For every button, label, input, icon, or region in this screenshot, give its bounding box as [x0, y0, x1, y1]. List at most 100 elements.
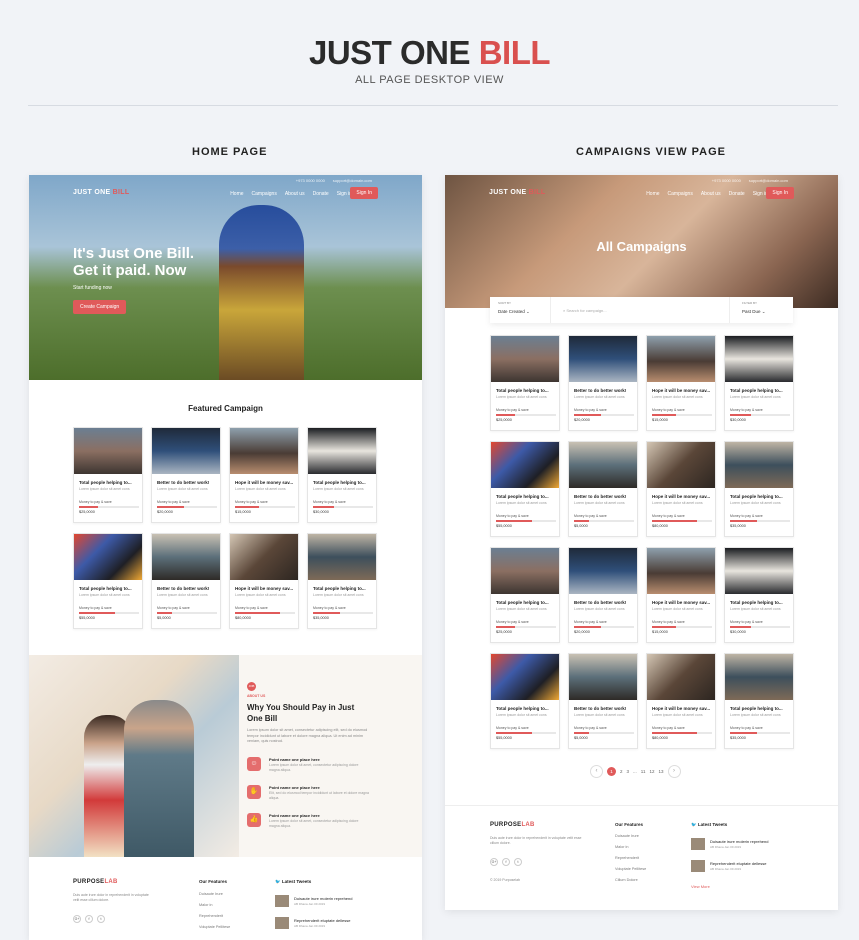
card-title: Total people helping to...	[496, 706, 549, 711]
card-value: $25,0000	[79, 509, 95, 514]
campaign-card[interactable]: Better to do better work! Lorem ipsum dol…	[568, 441, 638, 537]
campaign-card[interactable]: Total people helping to... Lorem ipsum do…	[307, 533, 377, 629]
card-image	[74, 428, 142, 474]
campaign-card[interactable]: Hope it will be money sav... Lorem ipsum …	[229, 533, 299, 629]
google-plus-icon[interactable]: G+	[73, 915, 81, 923]
campaign-card[interactable]: Better to do better work! Lorem ipsum dol…	[151, 427, 221, 523]
chevron-down-icon: ⌄	[761, 309, 766, 314]
card-progress-fill	[157, 506, 184, 508]
view-more-link[interactable]: View More	[691, 884, 710, 889]
campaign-card[interactable]: Better to do better work! Lorem ipsum dol…	[568, 653, 638, 749]
feature-link[interactable]: Cillum Dolore	[615, 875, 646, 886]
card-money-label: Money to pay & save	[79, 500, 112, 504]
page-number[interactable]: 12	[649, 769, 654, 774]
about-kicker: ABOUT US	[247, 694, 266, 698]
site-logo[interactable]: JUST ONE BILL	[489, 189, 545, 196]
tweet-item[interactable]: Reprehenderit eluptate dellesse AB Dhana …	[691, 860, 791, 876]
footer-logo[interactable]: PURPOSELAB	[73, 879, 118, 885]
featured-title: Featured Campaign	[188, 404, 263, 413]
search-input[interactable]: ⌕ Search for campaign...	[550, 297, 730, 323]
nav-link-about[interactable]: About us	[285, 191, 305, 197]
card-progress-fill	[496, 520, 532, 522]
feature-link[interactable]: Duisaute Irure	[615, 831, 646, 842]
card-desc: Lorem ipsum dolor sit amet cons	[496, 501, 547, 505]
page-number[interactable]: 13	[658, 769, 663, 774]
card-money-label: Money to pay & save	[652, 726, 685, 730]
sign-in-button[interactable]: Sign In	[766, 187, 794, 199]
campaign-card[interactable]: Better to do better work! Lorem ipsum dol…	[568, 335, 638, 431]
feature-link[interactable]: Malor in	[199, 900, 230, 911]
footer-about: Duis aute irure dolor in reprehenderit i…	[73, 893, 149, 902]
campaign-card[interactable]: Total people helping to... Lorem ipsum do…	[724, 441, 794, 537]
google-plus-icon[interactable]: G+	[490, 858, 498, 866]
card-title: Hope it will be money sav...	[652, 706, 711, 711]
filter-select[interactable]: Past Due ⌄	[742, 309, 766, 315]
nav-link-home[interactable]: Home	[646, 191, 659, 197]
campaign-card[interactable]: Hope it will be money sav... Lorem ipsum …	[646, 441, 716, 537]
campaign-card[interactable]: Better to do better work! Lorem ipsum dol…	[568, 547, 638, 643]
campaign-card[interactable]: Total people helping to... Lorem ipsum do…	[490, 653, 560, 749]
card-image	[308, 534, 376, 580]
hand-icon: ✋	[247, 785, 261, 799]
tweet-item[interactable]: Duisaute irure molerin reprehend AB Dhana…	[275, 895, 375, 911]
campaign-card[interactable]: Total people helping to... Lorem ipsum do…	[724, 335, 794, 431]
nav-link-home[interactable]: Home	[230, 191, 243, 197]
tweet-item[interactable]: Duisaute irure molerin reprehend AB Dhana…	[691, 838, 791, 854]
card-desc: Lorem ipsum dolor sit amet cons	[496, 395, 547, 399]
smile-icon: ☺	[247, 757, 261, 771]
card-desc: Lorem ipsum dolor sit amet cons	[574, 713, 625, 717]
twitter-icon[interactable]: t	[97, 915, 105, 923]
card-progress	[496, 626, 556, 628]
campaign-card[interactable]: Total people helping to... Lorem ipsum do…	[307, 427, 377, 523]
page-number[interactable]: 11	[641, 769, 646, 774]
campaign-card[interactable]: Hope it will be money sav... Lorem ipsum …	[646, 547, 716, 643]
card-money-label: Money to pay & save	[574, 726, 607, 730]
prev-page-icon[interactable]: ‹	[590, 765, 603, 778]
page-number[interactable]: 3	[627, 769, 630, 774]
facebook-icon[interactable]: f	[85, 915, 93, 923]
campaign-card[interactable]: Total people helping to... Lorem ipsum do…	[73, 533, 143, 629]
card-money-label: Money to pay & save	[730, 620, 763, 624]
card-progress	[235, 612, 295, 614]
campaign-card[interactable]: Total people helping to... Lorem ipsum do…	[490, 441, 560, 537]
create-campaign-button[interactable]: Create Campaign	[73, 300, 127, 314]
sign-in-button[interactable]: Sign In	[350, 187, 378, 199]
twitter-icon[interactable]: t	[514, 858, 522, 866]
feature-link[interactable]: Duisaute Irure	[199, 889, 230, 900]
campaign-card[interactable]: Total people helping to... Lorem ipsum do…	[490, 335, 560, 431]
card-desc: Lorem ipsum dolor sit amet cons	[313, 593, 364, 597]
feature-link[interactable]: Malor in	[615, 842, 646, 853]
campaign-card[interactable]: Better to do better work! Lorem ipsum dol…	[151, 533, 221, 629]
tweet-thumb	[275, 895, 289, 907]
feature-link[interactable]: Reprehenderit	[615, 853, 646, 864]
campaign-card[interactable]: Total people helping to... Lorem ipsum do…	[724, 547, 794, 643]
card-progress-fill	[313, 612, 340, 614]
campaign-card[interactable]: Total people helping to... Lorem ipsum do…	[73, 427, 143, 523]
facebook-icon[interactable]: f	[502, 858, 510, 866]
feature-link[interactable]: Voluptate Pellitese	[615, 864, 646, 875]
campaign-card[interactable]: Hope it will be money sav... Lorem ipsum …	[229, 427, 299, 523]
nav-link-donate[interactable]: Donate	[313, 191, 329, 197]
page-number[interactable]: 1	[607, 767, 616, 776]
card-desc: Lorem ipsum dolor sit amet cons	[730, 501, 781, 505]
tweet-thumb	[691, 860, 705, 872]
nav-link-campaigns[interactable]: Campaigns	[252, 191, 277, 197]
nav-link-campaigns[interactable]: Campaigns	[668, 191, 693, 197]
campaign-card[interactable]: Total people helping to... Lorem ipsum do…	[490, 547, 560, 643]
tweet-item[interactable]: Reprehenderit eluptate dellesse AB Dhana …	[275, 917, 375, 933]
top-contact-info: +973 0000 0000 support@domain.com	[704, 178, 788, 183]
feature-link[interactable]: Reprehenderit	[199, 911, 230, 922]
campaign-card[interactable]: Total people helping to... Lorem ipsum do…	[724, 653, 794, 749]
nav-link-donate[interactable]: Donate	[729, 191, 745, 197]
campaign-card[interactable]: Hope it will be money sav... Lorem ipsum …	[646, 653, 716, 749]
site-logo[interactable]: JUST ONE BILL	[73, 189, 129, 196]
next-page-icon[interactable]: ›	[667, 765, 681, 778]
footer-logo[interactable]: PURPOSELAB	[490, 822, 535, 828]
campaign-card[interactable]: Hope it will be money sav... Lorem ipsum …	[646, 335, 716, 431]
nav-link-about[interactable]: About us	[701, 191, 721, 197]
card-desc: Lorem ipsum dolor sit amet cons	[730, 395, 781, 399]
feature-link[interactable]: Voluptate Pellitese	[199, 922, 230, 933]
sort-select[interactable]: Date Created ⌄	[498, 309, 530, 315]
page-number[interactable]: 2	[620, 769, 623, 774]
card-progress-fill	[652, 414, 676, 416]
